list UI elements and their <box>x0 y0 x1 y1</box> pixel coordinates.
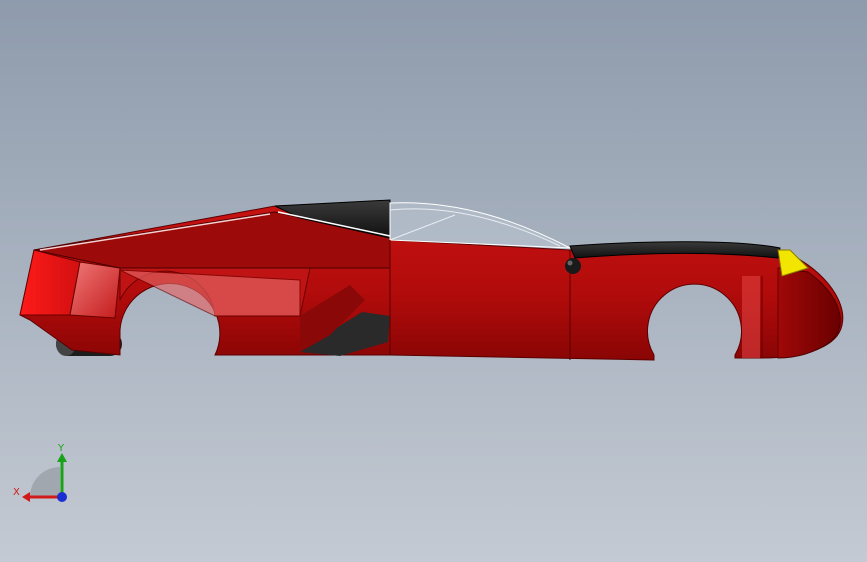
coordinate-triad[interactable]: Y X <box>10 440 80 510</box>
triad-x-arrow <box>22 492 30 502</box>
triad-y-arrow <box>57 453 67 462</box>
triad-x-label: X <box>13 487 20 498</box>
side-mirror-ball-shine <box>567 260 573 266</box>
glass-canopy <box>389 202 571 249</box>
triad-plane-indicator <box>30 467 60 497</box>
triad-z-axis-dot <box>57 492 67 502</box>
rear-panel <box>19 249 81 316</box>
car-body-model[interactable] <box>0 0 867 562</box>
triad-y-label: Y <box>57 443 65 454</box>
front-nose-bands <box>742 276 760 358</box>
graphics-viewport[interactable]: Y X <box>0 0 867 562</box>
side-mirror-ball <box>565 258 581 274</box>
front-nose <box>777 267 841 359</box>
